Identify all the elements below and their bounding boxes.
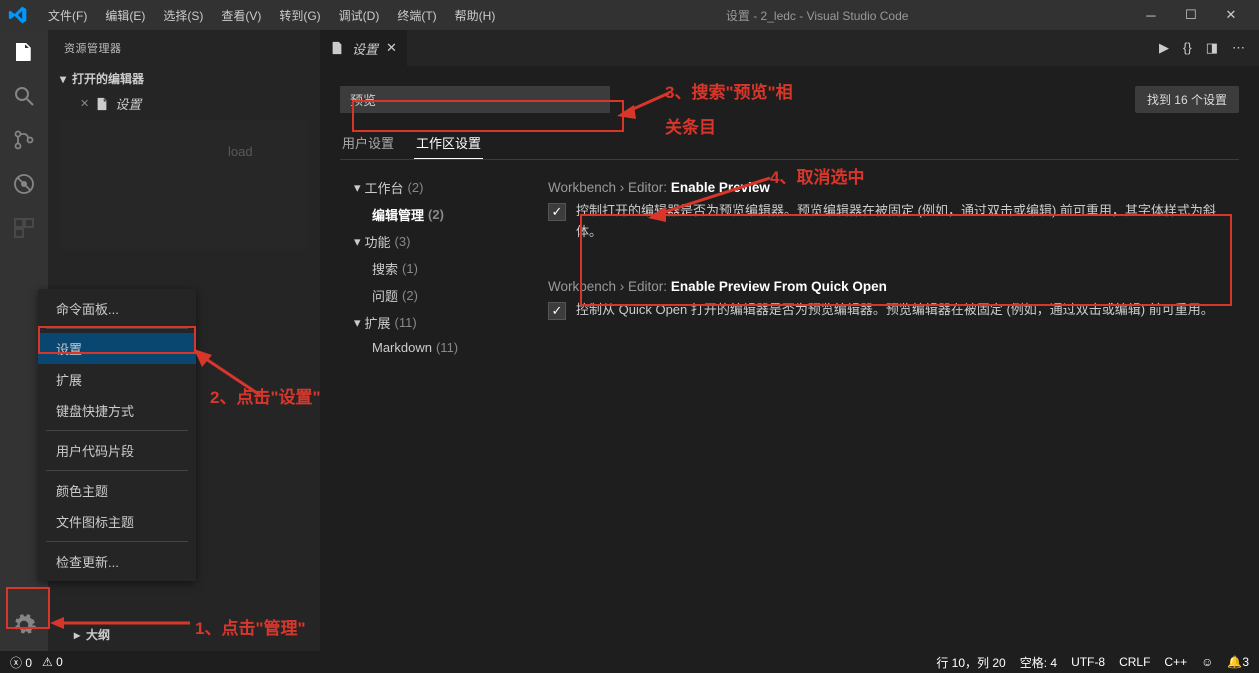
split-icon[interactable]: ◨ xyxy=(1206,40,1218,56)
tab-label: 设置 xyxy=(352,39,378,58)
debug-icon[interactable] xyxy=(10,170,38,198)
more-icon[interactable]: ⋯ xyxy=(1232,40,1245,56)
toc-markdown[interactable]: Markdown (11) xyxy=(340,336,520,359)
title-bar: 文件(F) 编辑(E) 选择(S) 查看(V) 转到(G) 调试(D) 终端(T… xyxy=(0,0,1259,30)
settings-scope-tabs: 用户设置 工作区设置 xyxy=(340,127,1239,160)
tab-bar: 设置 ✕ ▶ {} ◨ ⋯ xyxy=(320,30,1259,66)
open-editors-label: 打开的编辑器 xyxy=(72,70,144,87)
tab-close-icon[interactable]: ✕ xyxy=(386,40,397,56)
toc-search[interactable]: 搜索 (1) xyxy=(340,255,520,282)
window-title: 设置 - 2_ledc - Visual Studio Code xyxy=(503,7,1131,24)
setting-desc: 控制打开的编辑器是否为预览编辑器。预览编辑器在被固定 (例如，通过双击或编辑) … xyxy=(576,201,1231,243)
menu-help[interactable]: 帮助(H) xyxy=(447,3,504,28)
gear-icon[interactable] xyxy=(10,611,38,639)
status-feedback-icon[interactable]: ☺ xyxy=(1201,655,1213,669)
outline-label: 大纲 xyxy=(86,626,110,643)
menu-edit[interactable]: 编辑(E) xyxy=(97,3,153,28)
settings-toc: ▾工作台 (2) 编辑管理 (2) ▾功能 (3) 搜索 (1) 问题 (2) … xyxy=(340,174,520,359)
setting-enable-preview: Workbench › Editor: Enable Preview 控制打开的… xyxy=(540,174,1239,249)
checkbox-enable-preview[interactable] xyxy=(548,203,566,221)
menu-select[interactable]: 选择(S) xyxy=(155,3,211,28)
cm-settings[interactable]: 设置 xyxy=(38,333,196,364)
setting-breadcrumb: Workbench › Editor: xyxy=(548,279,671,294)
cm-color-theme[interactable]: 颜色主题 xyxy=(38,475,196,506)
close-icon[interactable]: ✕ xyxy=(80,97,89,110)
cm-file-icon-theme[interactable]: 文件图标主题 xyxy=(38,506,196,537)
maximize-button[interactable]: ☐ xyxy=(1171,0,1211,30)
setting-breadcrumb: Workbench › Editor: xyxy=(548,180,671,195)
toc-editor-mgmt[interactable]: 编辑管理 (2) xyxy=(340,201,520,228)
setting-desc: 控制从 Quick Open 打开的编辑器是否为预览编辑器。预览编辑器在被固定 … xyxy=(576,300,1214,321)
setting-name: Enable Preview From Quick Open xyxy=(671,279,887,294)
open-editor-item[interactable]: ✕ 设置 xyxy=(48,91,320,116)
tab-settings[interactable]: 设置 ✕ xyxy=(320,30,407,66)
extensions-icon[interactable] xyxy=(10,214,38,242)
cm-check-updates[interactable]: 检查更新... xyxy=(38,546,196,577)
setting-name: Enable Preview xyxy=(671,180,770,195)
tab-workspace-settings[interactable]: 工作区设置 xyxy=(414,127,483,159)
menu-terminal[interactable]: 终端(T) xyxy=(389,3,444,28)
menu-bar: 文件(F) 编辑(E) 选择(S) 查看(V) 转到(G) 调试(D) 终端(T… xyxy=(40,3,503,28)
cm-extensions[interactable]: 扩展 xyxy=(38,364,196,395)
outline-section[interactable]: ▸大纲 xyxy=(58,620,126,649)
toc-problems[interactable]: 问题 (2) xyxy=(340,282,520,309)
status-language[interactable]: C++ xyxy=(1164,655,1187,669)
setting-enable-preview-quickopen: Workbench › Editor: Enable Preview From … xyxy=(540,273,1239,327)
settings-search-input[interactable] xyxy=(340,86,610,113)
editor-area: 设置 ✕ ▶ {} ◨ ⋯ 找到 16 个设置 用户设置 工作区设置 ▾工作台 xyxy=(320,30,1259,651)
status-ln-col[interactable]: 行 10，列 20 xyxy=(936,654,1005,671)
status-bar: ⓧ 0 ⚠ 0 行 10，列 20 空格: 4 UTF-8 CRLF C++ ☺… xyxy=(0,651,1259,673)
run-icon[interactable]: ▶ xyxy=(1159,40,1169,56)
menu-file[interactable]: 文件(F) xyxy=(40,3,95,28)
menu-goto[interactable]: 转到(G) xyxy=(271,3,328,28)
close-button[interactable]: ✕ xyxy=(1211,0,1251,30)
status-spaces[interactable]: 空格: 4 xyxy=(1020,654,1057,671)
status-warnings[interactable]: ⚠ 0 xyxy=(42,655,63,669)
vscode-logo-icon xyxy=(8,5,28,25)
editor-actions: ▶ {} ◨ ⋯ xyxy=(1159,40,1259,56)
menu-debug[interactable]: 调试(D) xyxy=(331,3,388,28)
open-editor-label: 设置 xyxy=(115,94,141,113)
settings-list: Workbench › Editor: Enable Preview 控制打开的… xyxy=(540,174,1239,359)
braces-icon[interactable]: {} xyxy=(1183,40,1192,56)
sidebar-header: 资源管理器 xyxy=(48,30,320,66)
toc-features[interactable]: ▾功能 (3) xyxy=(340,228,520,255)
search-icon[interactable] xyxy=(10,82,38,110)
source-control-icon[interactable] xyxy=(10,126,38,154)
manage-context-menu: 命令面板... 设置 扩展 键盘快捷方式 用户代码片段 颜色主题 文件图标主题 … xyxy=(38,289,196,581)
status-eol[interactable]: CRLF xyxy=(1119,655,1150,669)
settings-body: 找到 16 个设置 用户设置 工作区设置 ▾工作台 (2) 编辑管理 (2) ▾… xyxy=(320,66,1259,651)
cm-keyboard-shortcuts[interactable]: 键盘快捷方式 xyxy=(38,395,196,426)
tab-user-settings[interactable]: 用户设置 xyxy=(340,127,396,159)
open-editors-section[interactable]: ▾打开的编辑器 xyxy=(48,66,320,91)
status-bell-icon[interactable]: 🔔3 xyxy=(1227,655,1249,669)
toc-workbench[interactable]: ▾工作台 (2) xyxy=(340,174,520,201)
status-errors[interactable]: ⓧ 0 xyxy=(10,654,32,671)
cm-command-palette[interactable]: 命令面板... xyxy=(38,293,196,324)
cm-user-snippets[interactable]: 用户代码片段 xyxy=(38,435,196,466)
blurred-tree xyxy=(60,120,308,250)
toc-extensions[interactable]: ▾扩展 (11) xyxy=(340,309,520,336)
file-icon xyxy=(330,41,344,55)
checkbox-enable-preview-quickopen[interactable] xyxy=(548,302,566,320)
window-controls: ─ ☐ ✕ xyxy=(1131,0,1251,30)
file-icon xyxy=(95,97,109,111)
minimize-button[interactable]: ─ xyxy=(1131,0,1171,30)
explorer-icon[interactable] xyxy=(10,38,38,66)
results-count: 找到 16 个设置 xyxy=(1135,86,1239,113)
menu-view[interactable]: 查看(V) xyxy=(213,3,269,28)
status-encoding[interactable]: UTF-8 xyxy=(1071,655,1105,669)
